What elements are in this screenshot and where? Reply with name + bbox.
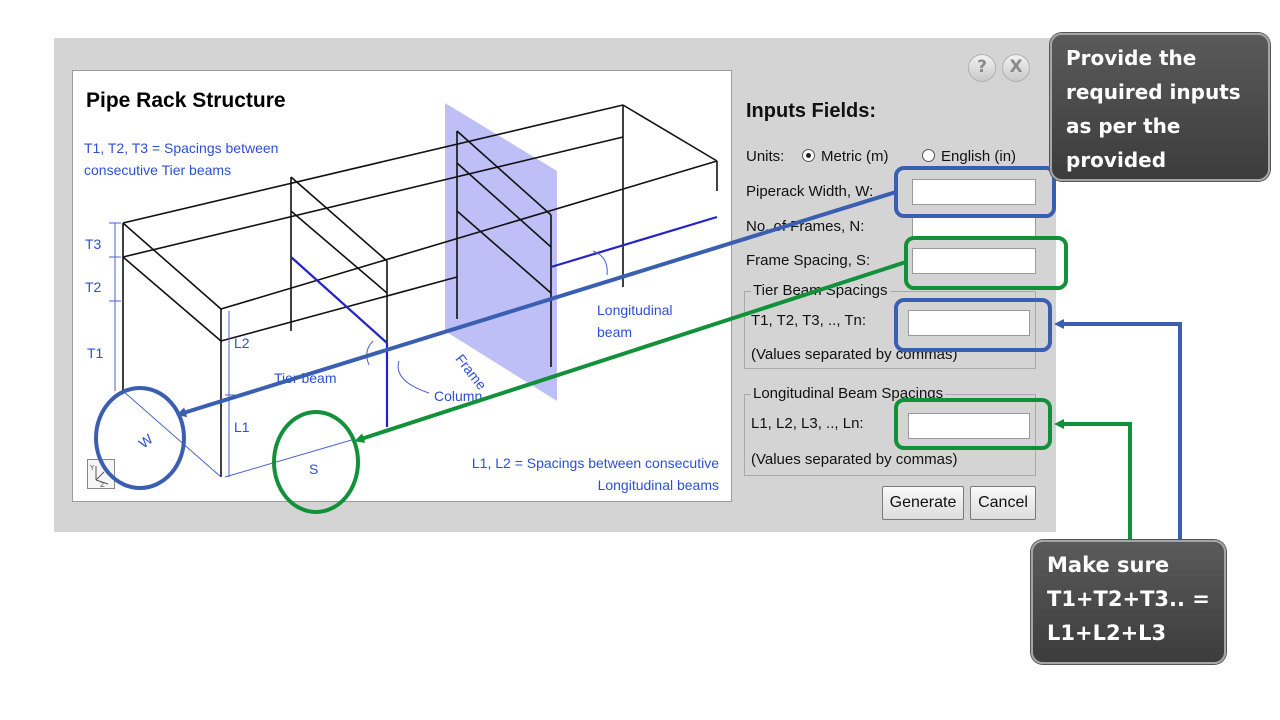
spacing-arrow (354, 260, 907, 443)
tier-connector-arrow (1054, 319, 1182, 540)
instruction-callout: Provide the required inputs as per the p… (1050, 33, 1270, 206)
tier-highlight-box (894, 298, 1052, 352)
width-highlight-box (894, 166, 1056, 218)
s-circle (272, 410, 360, 514)
w-circle (94, 386, 186, 490)
spacing-highlight-box (904, 236, 1068, 290)
long-connector-arrow (1054, 419, 1132, 540)
long-highlight-box (894, 398, 1052, 450)
sum-check-callout: Make sure T1+T2+T3.. = L1+L2+L3 (1031, 540, 1226, 664)
